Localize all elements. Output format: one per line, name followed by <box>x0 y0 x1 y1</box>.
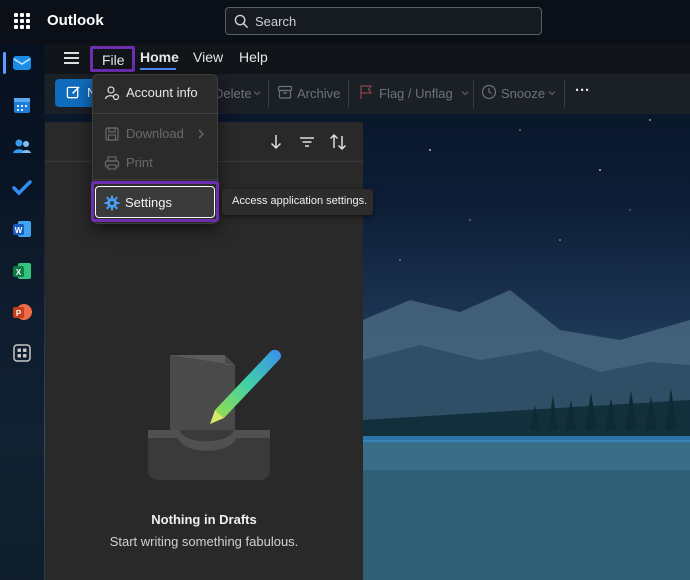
toolbar-divider <box>564 80 565 108</box>
chevron-down-icon[interactable] <box>547 88 557 98</box>
menu-divider <box>93 113 219 114</box>
settings-tooltip: Access application settings. <box>222 189 373 215</box>
more-apps-icon[interactable] <box>11 342 33 364</box>
powerpoint-icon[interactable]: P <box>11 301 33 323</box>
tab-home[interactable]: Home <box>140 49 179 65</box>
search-input[interactable]: Search <box>255 14 296 29</box>
menu-item-label: Account info <box>126 85 198 100</box>
flag-icon <box>360 85 373 99</box>
people-icon[interactable] <box>11 135 33 157</box>
printer-icon <box>104 156 120 170</box>
drafts-empty-illustration <box>148 349 281 480</box>
svg-text:X: X <box>16 268 22 277</box>
empty-state-subtitle: Start writing something fabulous. <box>109 534 299 549</box>
menu-item-label: Settings <box>125 195 172 210</box>
menu-divider <box>93 179 219 180</box>
archive-icon <box>277 85 293 99</box>
filter-icon[interactable] <box>298 133 316 151</box>
toolbar-divider <box>348 80 349 108</box>
snooze-button[interactable]: Snooze <box>501 86 545 101</box>
clock-icon <box>481 84 497 100</box>
search-box[interactable]: Search <box>225 7 542 35</box>
chevron-right-icon <box>198 129 204 139</box>
excel-icon[interactable]: X <box>11 260 33 282</box>
svg-text:P: P <box>16 309 22 318</box>
empty-state-title: Nothing in Drafts <box>151 512 257 527</box>
archive-button[interactable]: Archive <box>297 86 340 101</box>
menu-item-print[interactable]: Print <box>93 149 219 177</box>
account-icon <box>104 86 120 101</box>
toolbar-divider <box>268 80 269 108</box>
tab-view[interactable]: View <box>193 49 223 65</box>
top-bar: Outlook Search <box>0 0 690 44</box>
tab-file[interactable]: File <box>90 46 135 72</box>
sort-order-icon[interactable] <box>328 133 348 151</box>
chevron-down-icon[interactable] <box>252 88 262 98</box>
svg-text:W: W <box>15 226 23 235</box>
flag-unflag-button[interactable]: Flag / Unflag <box>379 86 453 101</box>
app-launcher-icon[interactable] <box>14 13 30 29</box>
tab-file-label: File <box>102 52 125 68</box>
compose-icon <box>66 86 80 99</box>
save-icon <box>105 127 119 141</box>
tab-help[interactable]: Help <box>239 49 268 65</box>
hamburger-menu-icon[interactable] <box>64 51 80 65</box>
menu-item-label: Download <box>126 126 184 141</box>
rail-active-indicator <box>3 52 6 74</box>
menu-item-label: Print <box>126 155 153 170</box>
menu-item-download[interactable]: Download <box>93 120 219 148</box>
more-options-button[interactable]: ··· <box>575 82 590 99</box>
todo-icon[interactable] <box>11 177 33 199</box>
word-icon[interactable]: W <box>11 218 33 240</box>
search-icon <box>234 14 249 29</box>
menu-item-settings[interactable]: Settings <box>95 186 215 218</box>
sort-arrow-down-icon[interactable] <box>268 133 284 151</box>
new-mail-button[interactable]: N <box>55 79 96 107</box>
chevron-down-icon[interactable] <box>460 88 470 98</box>
app-title: Outlook <box>47 12 104 29</box>
tab-home-underline <box>140 68 176 70</box>
delete-button[interactable]: Delete <box>214 86 252 101</box>
mail-icon[interactable] <box>11 52 33 74</box>
calendar-icon[interactable] <box>11 94 33 116</box>
toolbar-divider <box>473 80 474 108</box>
menu-item-account-info[interactable]: Account info <box>93 79 219 107</box>
gear-icon <box>104 195 120 211</box>
tooltip-text: Access application settings. <box>232 195 368 207</box>
